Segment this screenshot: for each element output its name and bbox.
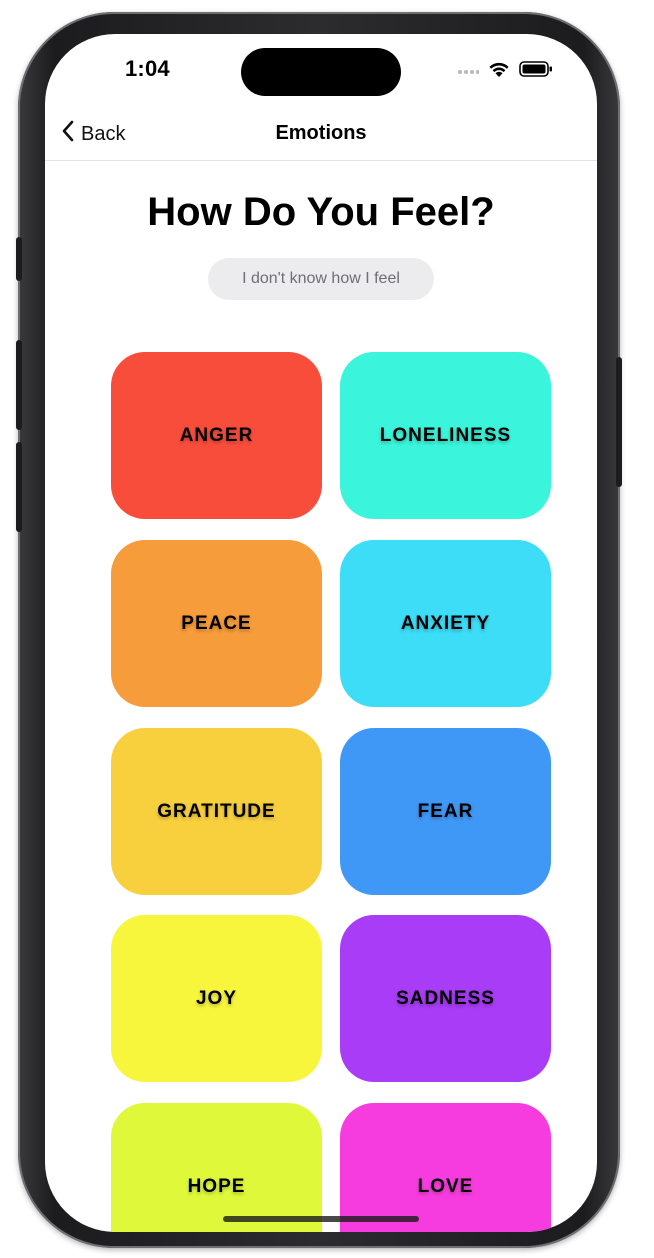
volume-up-button xyxy=(16,340,22,430)
emotion-tile-anger[interactable]: ANGER xyxy=(111,352,322,519)
emotion-tile-love[interactable]: LOVE xyxy=(340,1103,551,1232)
emotion-tile-joy[interactable]: JOY xyxy=(111,915,322,1082)
nav-title: Emotions xyxy=(275,122,367,144)
emotion-tile-sadness[interactable]: SADNESS xyxy=(340,915,551,1082)
emotion-tile-hope[interactable]: HOPE xyxy=(111,1103,322,1232)
status-indicators xyxy=(457,60,553,83)
status-time: 1:04 xyxy=(125,56,170,81)
emotion-tile-fear[interactable]: FEAR xyxy=(340,728,551,895)
page-title: How Do You Feel? xyxy=(147,190,495,234)
emotion-tile-anxiety[interactable]: ANXIETY xyxy=(340,540,551,707)
battery-icon xyxy=(519,61,553,82)
wifi-icon xyxy=(487,60,511,83)
emotion-tile-peace[interactable]: PEACE xyxy=(111,540,322,707)
cellular-signal-icon xyxy=(457,69,479,75)
navigation-bar: Back Emotions xyxy=(45,110,597,161)
unknown-feeling-button[interactable]: I don't know how I feel xyxy=(208,258,434,300)
dynamic-island xyxy=(241,48,401,96)
volume-down-button xyxy=(16,442,22,532)
home-indicator[interactable] xyxy=(223,1216,419,1222)
emotion-tile-gratitude[interactable]: GRATITUDE xyxy=(111,728,322,895)
app-screen: 1:04 Back Emotions How Do You Feel? I do… xyxy=(45,34,597,1232)
action-button xyxy=(16,237,22,281)
power-button xyxy=(616,357,622,487)
emotion-tile-loneliness[interactable]: LONELINESS xyxy=(340,352,551,519)
